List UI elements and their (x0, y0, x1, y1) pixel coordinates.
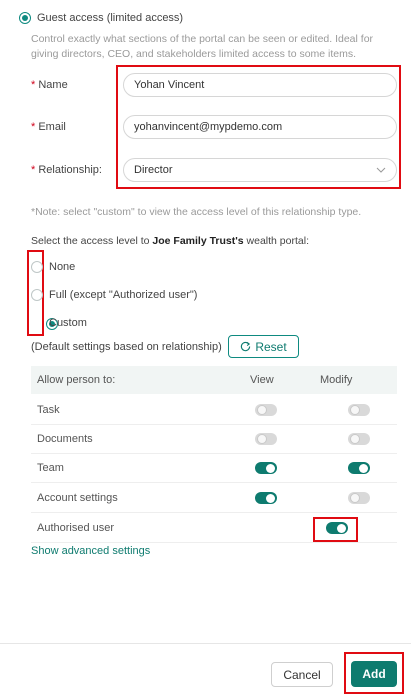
account-settings-view-toggle[interactable] (255, 492, 277, 504)
email-label: Email (38, 121, 66, 133)
permission-row-account-settings: Account settings (31, 484, 397, 513)
permission-label: Documents (37, 433, 93, 445)
permission-label: Authorised user (37, 522, 115, 534)
email-label-wrap: * Email (31, 121, 66, 133)
relationship-label-wrap: * Relationship: (31, 164, 102, 176)
defaults-text: (Default settings based on relationship) (31, 341, 222, 353)
guest-access-label: Guest access (limited access) (37, 12, 184, 24)
name-label-wrap: * Name (31, 79, 68, 91)
add-button[interactable]: Add (351, 661, 397, 687)
documents-view-toggle[interactable] (255, 433, 277, 445)
permission-row-team: Team (31, 454, 397, 483)
name-label: Name (38, 79, 68, 91)
guest-access-radio[interactable] (19, 12, 31, 24)
email-field[interactable]: yohanvincent@mypdemo.com (123, 115, 397, 139)
access-full-label: Full (except "Authorized user") (49, 289, 198, 301)
email-required-mark: * (31, 121, 36, 133)
access-full-radio[interactable] (31, 289, 43, 301)
access-none-radio[interactable] (31, 261, 43, 273)
access-level-entity: Joe Family Trust's (152, 235, 244, 247)
access-level-heading: Select the access level to Joe Family Tr… (31, 235, 309, 247)
footer-divider (0, 643, 411, 644)
account-settings-modify-toggle[interactable] (348, 492, 370, 504)
documents-modify-toggle[interactable] (348, 433, 370, 445)
show-advanced-settings-link[interactable]: Show advanced settings (31, 545, 150, 557)
name-value: Yohan Vincent (134, 79, 205, 91)
chevron-down-icon (376, 167, 386, 173)
cancel-button[interactable]: Cancel (271, 662, 333, 687)
reset-icon (241, 341, 251, 352)
team-modify-toggle[interactable] (348, 462, 370, 474)
permission-label: Team (37, 462, 64, 474)
add-label: Add (362, 667, 386, 681)
relationship-note: *Note: select "custom" to view the acces… (31, 206, 362, 218)
task-modify-toggle[interactable] (348, 404, 370, 416)
permission-row-task: Task (31, 396, 397, 425)
header-modify: Modify (320, 374, 353, 386)
access-custom-label: Custom (49, 317, 87, 329)
relationship-required-mark: * (31, 164, 36, 176)
relationship-value: Director (134, 164, 173, 176)
header-view: View (250, 374, 274, 386)
access-none-label: None (49, 261, 76, 273)
permission-label: Account settings (37, 492, 118, 504)
reset-button[interactable]: Reset (228, 335, 299, 358)
guest-access-description: Control exactly what sections of the por… (31, 33, 374, 60)
name-required-mark: * (31, 79, 36, 91)
relationship-select[interactable]: Director (123, 158, 397, 182)
permission-label: Task (37, 404, 60, 416)
access-level-prefix: Select the access level to (31, 235, 150, 247)
cancel-label: Cancel (283, 667, 321, 682)
access-level-suffix: wealth portal: (246, 235, 309, 247)
email-value: yohanvincent@mypdemo.com (134, 121, 283, 133)
reset-label: Reset (255, 339, 287, 354)
task-view-toggle[interactable] (255, 404, 277, 416)
team-view-toggle[interactable] (255, 462, 277, 474)
header-allow: Allow person to: (37, 374, 116, 386)
name-field[interactable]: Yohan Vincent (123, 73, 397, 97)
relationship-label: Relationship: (38, 164, 102, 176)
permission-row-documents: Documents (31, 425, 397, 454)
authorised-user-toggle-highlight (313, 517, 358, 542)
